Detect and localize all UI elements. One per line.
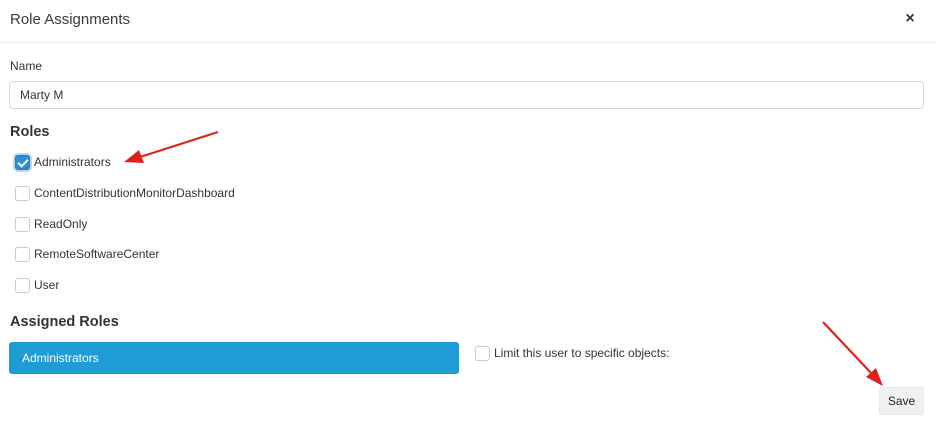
role-checkbox-user[interactable]: User [15, 276, 59, 294]
role-checkbox-readonly[interactable]: ReadOnly [15, 215, 87, 233]
role-checkbox-remotesoftwarecenter[interactable]: RemoteSoftwareCenter [15, 245, 159, 263]
role-label: Administrators [34, 155, 111, 169]
role-label: ReadOnly [34, 217, 88, 231]
assigned-roles-heading: Assigned Roles [10, 314, 119, 330]
checkbox-icon[interactable] [15, 216, 30, 232]
role-checkbox-administrators[interactable]: Administrators [15, 153, 111, 171]
limit-objects-label: Limit this user to specific objects: [494, 346, 670, 360]
name-input[interactable] [9, 81, 924, 109]
close-icon[interactable]: × [900, 9, 920, 29]
role-checkbox-contentdistributionmonitordashboard[interactable]: ContentDistributionMonitorDashboard [15, 184, 235, 202]
checkbox-icon[interactable] [15, 246, 30, 262]
role-label: User [34, 278, 60, 292]
checkbox-icon[interactable] [475, 345, 490, 361]
dialog-header: Role Assignments × [0, 0, 936, 43]
role-label: RemoteSoftwareCenter [34, 247, 160, 261]
save-button[interactable]: Save [879, 387, 924, 415]
limit-objects-checkbox[interactable]: Limit this user to specific objects: [475, 344, 669, 362]
checkbox-checked-icon[interactable] [15, 154, 30, 170]
dialog-title: Role Assignments [10, 11, 131, 28]
annotation-arrow-icon [822, 321, 883, 386]
assigned-role-item[interactable]: Administrators [9, 342, 459, 374]
roles-heading: Roles [10, 124, 50, 140]
checkbox-icon[interactable] [15, 185, 30, 201]
checkbox-icon[interactable] [15, 277, 30, 293]
name-label: Name [10, 59, 43, 73]
annotation-arrow-icon [124, 130, 219, 163]
role-label: ContentDistributionMonitorDashboard [34, 186, 235, 200]
